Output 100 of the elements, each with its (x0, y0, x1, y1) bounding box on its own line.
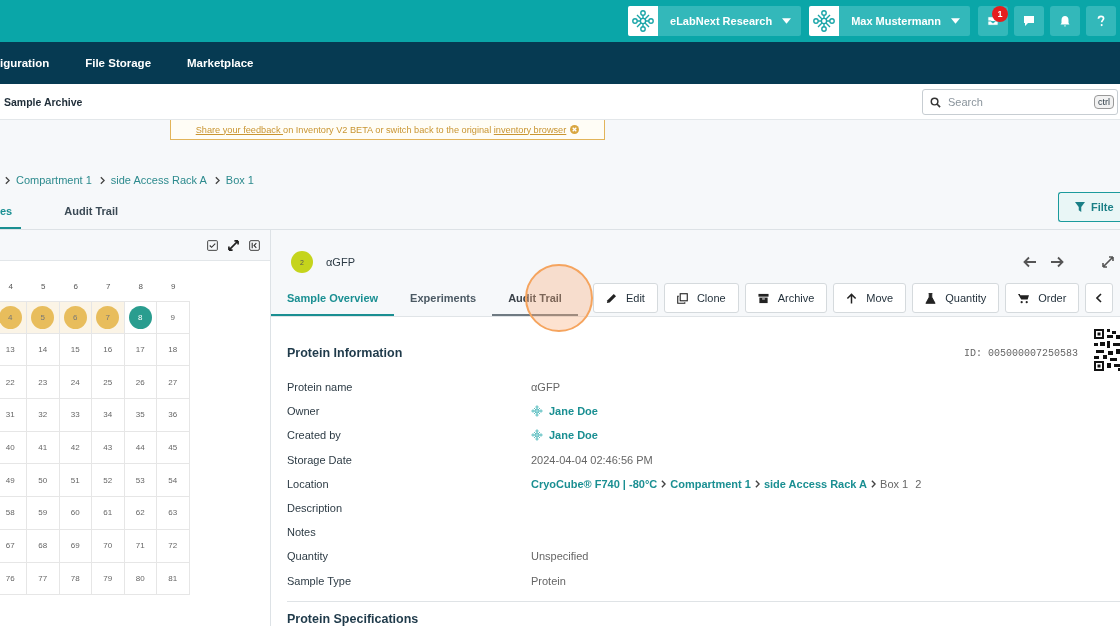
breadcrumb-link[interactable]: Compartment 1 (16, 174, 92, 186)
grid-cell[interactable]: 16 (92, 333, 125, 367)
sample-tab[interactable]: Experiments (394, 282, 493, 316)
grid-cell[interactable]: 68 (27, 529, 60, 563)
grid-cell[interactable]: 41 (27, 431, 60, 465)
grid-cell[interactable]: 40 (0, 431, 27, 465)
position-number: 81 (168, 573, 178, 583)
column-number: 9 (170, 280, 177, 293)
grid-cell[interactable]: 72 (157, 529, 190, 563)
grid-cell[interactable]: 24 (59, 366, 92, 400)
notification-badge: 1 (992, 6, 1008, 22)
grid-cell[interactable]: 42 (59, 431, 92, 465)
grid-cell[interactable]: 32 (27, 399, 60, 432)
grid-cell[interactable]: 33 (59, 399, 92, 432)
sample-tab[interactable]: Sample Overview (271, 282, 395, 316)
expand-icon[interactable] (228, 239, 239, 251)
grid-cell[interactable]: 14 (27, 333, 60, 367)
position-number: 68 (38, 541, 48, 551)
grid-cell[interactable]: 50 (27, 464, 60, 498)
action-button[interactable]: Archive (744, 283, 828, 313)
action-button[interactable]: Clone (663, 283, 739, 313)
position-number: 9 (170, 312, 175, 322)
grid-cell[interactable]: 36 (157, 399, 190, 432)
action-button[interactable]: Move (833, 283, 907, 313)
grid-cell[interactable]: 18 (157, 333, 190, 367)
grid-cell[interactable]: 53 (124, 464, 157, 498)
action-button[interactable]: Edit (592, 283, 658, 313)
grid-cell[interactable]: 63 (157, 497, 190, 530)
grid-cell[interactable]: 23 (27, 366, 60, 400)
grid-cell[interactable]: 45 (157, 431, 190, 465)
network-logo-icon (812, 9, 837, 33)
checkbox-icon[interactable] (207, 239, 218, 251)
caret-icon (782, 18, 792, 24)
chevron-right-icon (661, 479, 667, 488)
location-link[interactable]: side Access Rack A (763, 477, 868, 490)
grid-cell[interactable]: 49 (0, 464, 27, 498)
grid-cell[interactable]: 9 (157, 301, 190, 334)
position-number: 44 (135, 443, 145, 453)
location-link[interactable]: CryoCube® F740 | -80°C (531, 477, 658, 490)
grid-cell[interactable]: 60 (59, 497, 92, 530)
expand-icon[interactable] (1102, 256, 1114, 268)
grid-cell[interactable]: 70 (92, 529, 125, 563)
grid-cell[interactable]: 31 (0, 399, 27, 432)
grid-cell[interactable]: 43 (92, 431, 125, 465)
breadcrumb-link[interactable]: side Access Rack A (110, 174, 207, 186)
grid-cell[interactable]: 17 (124, 333, 157, 367)
position-number: 15 (70, 345, 80, 355)
breadcrumb-link[interactable]: Box 1 (225, 174, 254, 186)
location-link[interactable]: Compartment 1 (670, 477, 751, 490)
grid-cell[interactable]: 35 (124, 399, 157, 432)
grid-cell[interactable]: 58 (0, 497, 27, 530)
more-button[interactable] (1085, 283, 1114, 313)
grid-cell[interactable]: 67 (0, 529, 27, 563)
nav-item[interactable]: Marketplace (187, 57, 254, 69)
section-title: Protein Specifications (287, 611, 420, 626)
grid-cell[interactable]: 71 (124, 529, 157, 563)
grid-cell[interactable]: 77 (27, 562, 60, 596)
grid-cell[interactable]: 25 (92, 366, 125, 400)
arrow-left-icon[interactable] (1023, 256, 1037, 268)
user-link[interactable]: Jane Doe (549, 429, 598, 442)
grid-cell[interactable]: 61 (92, 497, 125, 530)
field-label: Location (287, 477, 330, 490)
grid-cell[interactable]: 22 (0, 366, 27, 400)
action-button[interactable]: Quantity (912, 283, 1000, 313)
nav-item[interactable]: File Storage (85, 57, 152, 69)
grid-cell[interactable]: 44 (124, 431, 157, 465)
grid-cell[interactable]: 13 (0, 333, 27, 367)
flask-icon (925, 292, 937, 304)
chevron-right-icon (99, 175, 105, 185)
position-number: 42 (70, 443, 80, 453)
view-tab[interactable]: Audit Trail (50, 194, 133, 229)
grid-cell[interactable]: 52 (92, 464, 125, 498)
page-title: Sample Archive (4, 95, 83, 108)
grid-cell[interactable]: 76 (0, 562, 27, 596)
grid-cell[interactable]: 80 (124, 562, 157, 596)
grid-cell[interactable]: 59 (27, 497, 60, 530)
grid-cell[interactable]: 78 (59, 562, 92, 596)
action-button[interactable]: Order (1005, 283, 1080, 313)
grid-cell[interactable]: 54 (157, 464, 190, 498)
collapse-panel-icon[interactable] (249, 239, 260, 251)
grid-cell[interactable]: 51 (59, 464, 92, 498)
sample-id: ID: 005000007250583 (963, 347, 1078, 359)
user-link[interactable]: Jane Doe (549, 405, 598, 418)
grid-cell[interactable]: 62 (124, 497, 157, 530)
grid-cell[interactable]: 79 (92, 562, 125, 596)
inbox-button[interactable]: 1 (978, 6, 1008, 36)
position-number: 59 (38, 508, 48, 518)
grid-cell[interactable]: 15 (59, 333, 92, 367)
archive-icon (757, 292, 769, 304)
field-value: αGFP (531, 381, 560, 394)
arrow-right-icon[interactable] (1050, 256, 1064, 268)
grid-cell[interactable]: 26 (124, 366, 157, 400)
nav-item[interactable]: iguration (0, 57, 50, 69)
arrow-up-icon (846, 292, 858, 304)
grid-cell[interactable]: 34 (92, 399, 125, 432)
grid-cell[interactable]: 27 (157, 366, 190, 400)
position-number: 62 (135, 508, 145, 518)
grid-cell[interactable]: 81 (157, 562, 190, 596)
filter-button[interactable]: Filte (1058, 191, 1120, 222)
grid-cell[interactable]: 69 (59, 529, 92, 563)
